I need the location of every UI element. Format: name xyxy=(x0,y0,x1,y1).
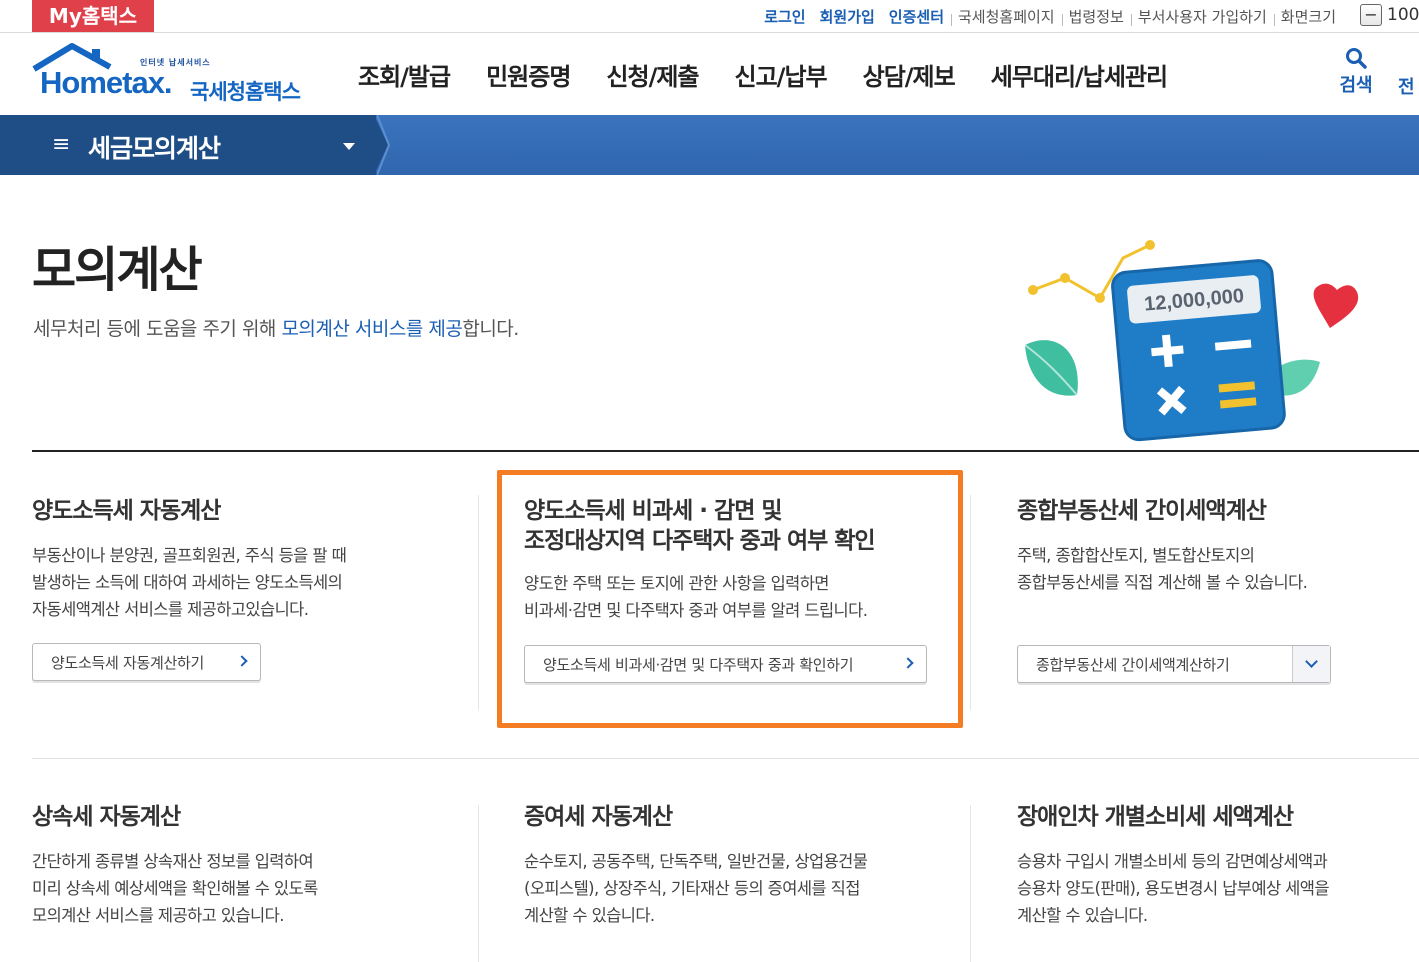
zoom-control: − 100 xyxy=(1360,4,1419,26)
my-hometax-button[interactable]: My홈택스 xyxy=(32,0,154,32)
desc-text-before: 세무처리 등에 도움을 주기 위해 xyxy=(33,318,282,340)
dept-user-signup-link[interactable]: 부서사용자 가입하기 xyxy=(1130,6,1274,27)
desc-line: 계산할 수 있습니다. xyxy=(1017,906,1148,925)
hamburger-menu-icon: ≡ xyxy=(52,132,71,157)
signup-link[interactable]: 회원가입 xyxy=(813,6,882,27)
desc-line: 미리 상속세 예상세액을 확인해볼 수 있도록 xyxy=(32,879,318,898)
card-disabled-vehicle-tax: 장애인차 개별소비세 세액계산 승용차 구입시 개별소비세 등의 감면예상세액과… xyxy=(1017,802,1417,929)
page-title: 모의계산 xyxy=(32,242,203,298)
card-title: 증여세 자동계산 xyxy=(524,804,673,830)
capital-gains-auto-calc-button[interactable]: 양도소득세 자동계산하기 xyxy=(32,643,261,681)
column-divider xyxy=(970,805,971,962)
utility-bar: My홈택스 로그인 회원가입 인증센터 국세청홈페이지 법령정보 부서사용자 가… xyxy=(0,0,1419,33)
card-title: 장애인차 개별소비세 세액계산 xyxy=(1017,804,1294,830)
card-description: 간단하게 종류별 상속재산 정보를 입력하여 미리 상속세 예상세액을 확인해볼… xyxy=(32,848,462,929)
main-nav: 조회/발급 민원증명 신청/제출 신고/납부 상담/제보 세무대리/납세관리 xyxy=(340,33,1185,115)
nav-tax-agent[interactable]: 세무대리/납세관리 xyxy=(991,57,1168,92)
nav-civil-certificate[interactable]: 민원증명 xyxy=(486,57,571,92)
nts-homepage-link[interactable]: 국세청홈페이지 xyxy=(951,6,1062,27)
section-band: ≡ 세금모의계산 xyxy=(0,115,1419,175)
highlight-box xyxy=(497,470,963,728)
desc-line: 승용차 양도(판매), 용도변경시 납부예상 세액을 xyxy=(1017,879,1330,898)
cert-center-link[interactable]: 인증센터 xyxy=(882,6,951,27)
card-capital-gains-auto-calc: 양도소득세 자동계산 부동산이나 분양권, 골프회원권, 주식 등을 팔 때 발… xyxy=(32,496,462,623)
search-button[interactable]: 검색 xyxy=(1332,47,1380,97)
nav-application[interactable]: 신청/제출 xyxy=(606,57,699,92)
row-divider xyxy=(32,758,1419,759)
utility-links: 로그인 회원가입 인증센터 국세청홈페이지 법령정보 부서사용자 가입하기 화면… xyxy=(757,0,1343,32)
logo-korean-name: 국세청홈택스 xyxy=(190,80,301,104)
desc-line: 자동세액계산 서비스를 제공하고있습니다. xyxy=(32,600,309,619)
desc-highlight: 모의계산 서비스를 제공 xyxy=(281,318,463,340)
select-label: 종합부동산세 간이세액계산하기 xyxy=(1036,655,1230,674)
card-description: 주택, 종합합산토지, 별도합산토지의 종합부동산세를 직접 계산해 볼 수 있… xyxy=(1017,542,1417,596)
desc-line: 모의계산 서비스를 제공하고 있습니다. xyxy=(32,906,284,925)
desc-line: 승용차 구입시 개별소비세 등의 감면예상세액과 xyxy=(1017,852,1328,871)
desc-line: 순수토지, 공동주택, 단독주택, 일반건물, 상업용건물 xyxy=(524,852,868,871)
screen-size-label: 화면크기 xyxy=(1273,6,1343,27)
calculator-illustration: 12,000,000 xyxy=(1024,240,1359,442)
nav-filing-payment[interactable]: 신고/납부 xyxy=(735,57,828,92)
desc-line: (오피스텔), 상장주식, 기타재산 등의 증여세를 직접 xyxy=(524,879,860,898)
card-description: 부동산이나 분양권, 골프회원권, 주식 등을 팔 때 발생하는 소득에 대하여… xyxy=(32,542,462,623)
chevron-right-icon xyxy=(236,655,248,667)
card-comprehensive-real-estate-tax: 종합부동산세 간이세액계산 주택, 종합합산토지, 별도합산토지의 종합부동산세… xyxy=(1017,496,1417,596)
caret-down-icon xyxy=(343,143,355,150)
header: 인터넷 납세서비스 Hometax. 국세청홈택스 조회/발급 민원증명 신청/… xyxy=(0,33,1419,115)
desc-line: 주택, 종합합산토지, 별도합산토지의 xyxy=(1017,546,1255,565)
desc-line: 발생하는 소득에 대하여 과세하는 양도소득세의 xyxy=(32,573,343,592)
column-divider xyxy=(478,495,479,710)
card-title: 상속세 자동계산 xyxy=(32,804,181,830)
desc-line: 부동산이나 분양권, 골프회원권, 주식 등을 팔 때 xyxy=(32,546,347,565)
card-title: 양도소득세 자동계산 xyxy=(32,498,221,524)
search-label: 검색 xyxy=(1339,75,1373,96)
band-arrow-highlight xyxy=(377,115,391,175)
desc-line: 계산할 수 있습니다. xyxy=(524,906,655,925)
button-label: 양도소득세 자동계산하기 xyxy=(51,653,204,672)
card-title: 종합부동산세 간이세액계산 xyxy=(1017,498,1267,524)
desc-text-after: 합니다. xyxy=(462,318,519,340)
desc-line: 간단하게 종류별 상속재산 정보를 입력하여 xyxy=(32,852,314,871)
card-description: 순수토지, 공동주택, 단독주택, 일반건물, 상업용건물 (오피스텔), 상장… xyxy=(524,848,954,929)
column-divider xyxy=(970,495,971,710)
card-inheritance-tax: 상속세 자동계산 간단하게 종류별 상속재산 정보를 입력하여 미리 상속세 예… xyxy=(32,802,462,929)
hometax-logo[interactable]: 인터넷 납세서비스 Hometax. 국세청홈택스 xyxy=(32,43,307,104)
desc-line: 종합부동산세를 직접 계산해 볼 수 있습니다. xyxy=(1017,573,1308,592)
all-menu-button[interactable]: 전 xyxy=(1398,73,1415,99)
column-divider xyxy=(478,805,479,962)
login-link[interactable]: 로그인 xyxy=(757,6,812,27)
zoom-value: 100 xyxy=(1387,5,1419,25)
nav-consult-report[interactable]: 상담/제보 xyxy=(863,57,956,92)
zoom-out-button[interactable]: − xyxy=(1360,4,1382,26)
page-description: 세무처리 등에 도움을 주기 위해 모의계산 서비스를 제공합니다. xyxy=(33,314,519,341)
nav-inquiry-issue[interactable]: 조회/발급 xyxy=(358,57,451,92)
real-estate-tax-calc-select[interactable]: 종합부동산세 간이세액계산하기 xyxy=(1017,645,1331,683)
law-info-link[interactable]: 법령정보 xyxy=(1061,6,1131,27)
logo-wordmark: Hometax. xyxy=(40,65,173,100)
section-divider xyxy=(32,450,1419,452)
chevron-down-icon[interactable] xyxy=(1292,646,1330,682)
category-title: 세금모의계산 xyxy=(88,134,221,163)
card-description: 승용차 구입시 개별소비세 등의 감면예상세액과 승용차 양도(판매), 용도변… xyxy=(1017,848,1417,929)
category-selector[interactable]: ≡ 세금모의계산 xyxy=(0,115,376,175)
search-icon xyxy=(1346,48,1367,69)
card-gift-tax: 증여세 자동계산 순수토지, 공동주택, 단독주택, 일반건물, 상업용건물 (… xyxy=(524,802,954,929)
